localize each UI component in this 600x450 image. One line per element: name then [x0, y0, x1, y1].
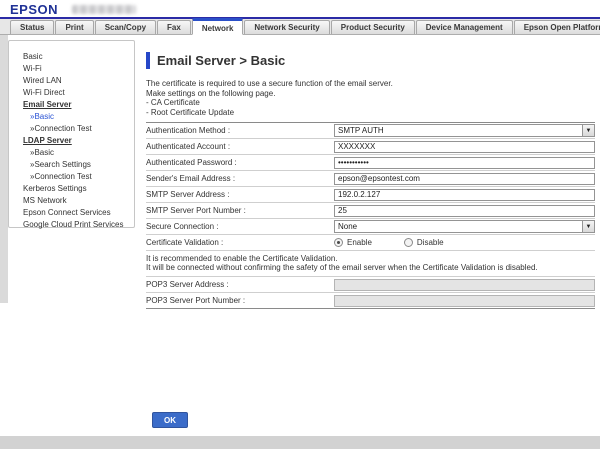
certificate-validation-enable-radio[interactable]: Enable [334, 238, 372, 247]
field-label: Authentication Method : [146, 126, 334, 135]
field-label: Authenticated Password : [146, 158, 334, 167]
sidebar-item-ldap-search-settings[interactable]: »Search Settings [9, 159, 134, 171]
model-name-redacted [72, 5, 136, 14]
field-label: POP3 Server Address : [146, 280, 334, 289]
radio-selected-icon [334, 238, 343, 247]
sidebar-item-ldap-connection-test[interactable]: »Connection Test [9, 171, 134, 183]
page-footer-strip [0, 436, 600, 449]
pop3-server-address-input [334, 279, 595, 291]
certificate-validation-disable-radio[interactable]: Disable [404, 238, 444, 247]
form-row-authentication-method: Authentication Method : SMTP AUTH ▼ [146, 123, 595, 139]
field-label: Authenticated Account : [146, 142, 334, 151]
app-header: EPSON [0, 0, 600, 17]
authenticated-password-input[interactable] [334, 157, 595, 169]
field-label: POP3 Server Port Number : [146, 296, 334, 305]
certificate-validation-note: It is recommended to enable the Certific… [146, 251, 595, 277]
radio-label: Disable [417, 238, 444, 247]
form-row-smtp-server-address: SMTP Server Address : [146, 187, 595, 203]
sidebar-item-kerberos-settings[interactable]: Kerberos Settings [9, 183, 134, 195]
title-accent-bar [146, 52, 150, 69]
form-row-smtp-server-port-number: SMTP Server Port Number : [146, 203, 595, 219]
field-label: Sender's Email Address : [146, 174, 334, 183]
sidebar-item-email-server[interactable]: Email Server [9, 99, 134, 111]
note-line: It is recommended to enable the Certific… [146, 254, 595, 263]
sidebar-item-epson-connect-services[interactable]: Epson Connect Services [9, 207, 134, 219]
tab-epson-open-platform[interactable]: Epson Open Platform [514, 20, 600, 34]
sidebar-item-ms-network[interactable]: MS Network [9, 195, 134, 207]
tab-status[interactable]: Status [10, 20, 54, 34]
pop3-server-port-number-input [334, 295, 595, 307]
field-label: SMTP Server Address : [146, 190, 334, 199]
dropdown-arrow-icon[interactable]: ▼ [582, 125, 594, 136]
epson-logo: EPSON [10, 2, 58, 17]
tab-device-management[interactable]: Device Management [416, 20, 513, 34]
page-title-box: Email Server > Basic [146, 52, 595, 69]
sidebar-item-ldap-basic[interactable]: »Basic [9, 147, 134, 159]
radio-unselected-icon [404, 238, 413, 247]
sidebar-item-google-cloud-print-services[interactable]: Google Cloud Print Services [9, 219, 134, 231]
senders-email-address-input[interactable] [334, 173, 595, 185]
settings-form: Authentication Method : SMTP AUTH ▼ Auth… [146, 122, 595, 309]
form-row-pop3-server-address: POP3 Server Address : [146, 277, 595, 293]
smtp-server-port-number-input[interactable] [334, 205, 595, 217]
field-label: Certificate Validation : [146, 238, 334, 247]
selected-value: None [335, 222, 582, 231]
page-title: Email Server > Basic [157, 53, 285, 68]
tab-print[interactable]: Print [55, 20, 93, 34]
tab-fax[interactable]: Fax [157, 20, 191, 34]
form-row-pop3-server-port-number: POP3 Server Port Number : [146, 293, 595, 309]
form-row-senders-email-address: Sender's Email Address : [146, 171, 595, 187]
tab-scan-copy[interactable]: Scan/Copy [95, 20, 156, 34]
dropdown-arrow-icon[interactable]: ▼ [582, 221, 594, 232]
main-content: Email Server > Basic The certificate is … [146, 35, 595, 309]
workspace: Basic Wi-Fi Wired LAN Wi-Fi Direct Email… [0, 35, 600, 449]
radio-label: Enable [347, 238, 372, 247]
tab-bar: Status Print Scan/Copy Fax Network Netwo… [0, 19, 600, 35]
certificate-validation-radio-group: Enable Disable [334, 238, 444, 247]
tab-network-security[interactable]: Network Security [244, 20, 329, 34]
note-line: It will be connected without confirming … [146, 263, 595, 272]
sidebar-item-wifi[interactable]: Wi-Fi [9, 63, 134, 75]
tab-product-security[interactable]: Product Security [331, 20, 415, 34]
authenticated-account-input[interactable] [334, 141, 595, 153]
ok-button[interactable]: OK [152, 412, 188, 428]
sidebar-item-basic[interactable]: Basic [9, 51, 134, 63]
selected-value: SMTP AUTH [335, 126, 582, 135]
tab-network[interactable]: Network [192, 18, 244, 35]
sidebar-nav: Basic Wi-Fi Wired LAN Wi-Fi Direct Email… [8, 40, 135, 228]
field-label: SMTP Server Port Number : [146, 206, 334, 215]
authentication-method-select[interactable]: SMTP AUTH ▼ [334, 124, 595, 137]
page-description: The certificate is required to use a sec… [146, 79, 595, 117]
description-line: - Root Certificate Update [146, 108, 595, 118]
sidebar-item-wired-lan[interactable]: Wired LAN [9, 75, 134, 87]
secure-connection-select[interactable]: None ▼ [334, 220, 595, 233]
sidebar-item-ldap-server[interactable]: LDAP Server [9, 135, 134, 147]
sidebar-item-wifi-direct[interactable]: Wi-Fi Direct [9, 87, 134, 99]
form-row-certificate-validation: Certificate Validation : Enable Disable [146, 235, 595, 251]
form-row-secure-connection: Secure Connection : None ▼ [146, 219, 595, 235]
description-line: The certificate is required to use a sec… [146, 79, 595, 89]
sidebar-item-email-server-basic[interactable]: »Basic [9, 111, 134, 123]
sidebar-item-email-server-connection-test[interactable]: »Connection Test [9, 123, 134, 135]
form-row-authenticated-account: Authenticated Account : [146, 139, 595, 155]
field-label: Secure Connection : [146, 222, 334, 231]
description-line: Make settings on the following page. [146, 89, 595, 99]
left-gutter [0, 35, 8, 303]
form-row-authenticated-password: Authenticated Password : [146, 155, 595, 171]
smtp-server-address-input[interactable] [334, 189, 595, 201]
description-line: - CA Certificate [146, 98, 595, 108]
